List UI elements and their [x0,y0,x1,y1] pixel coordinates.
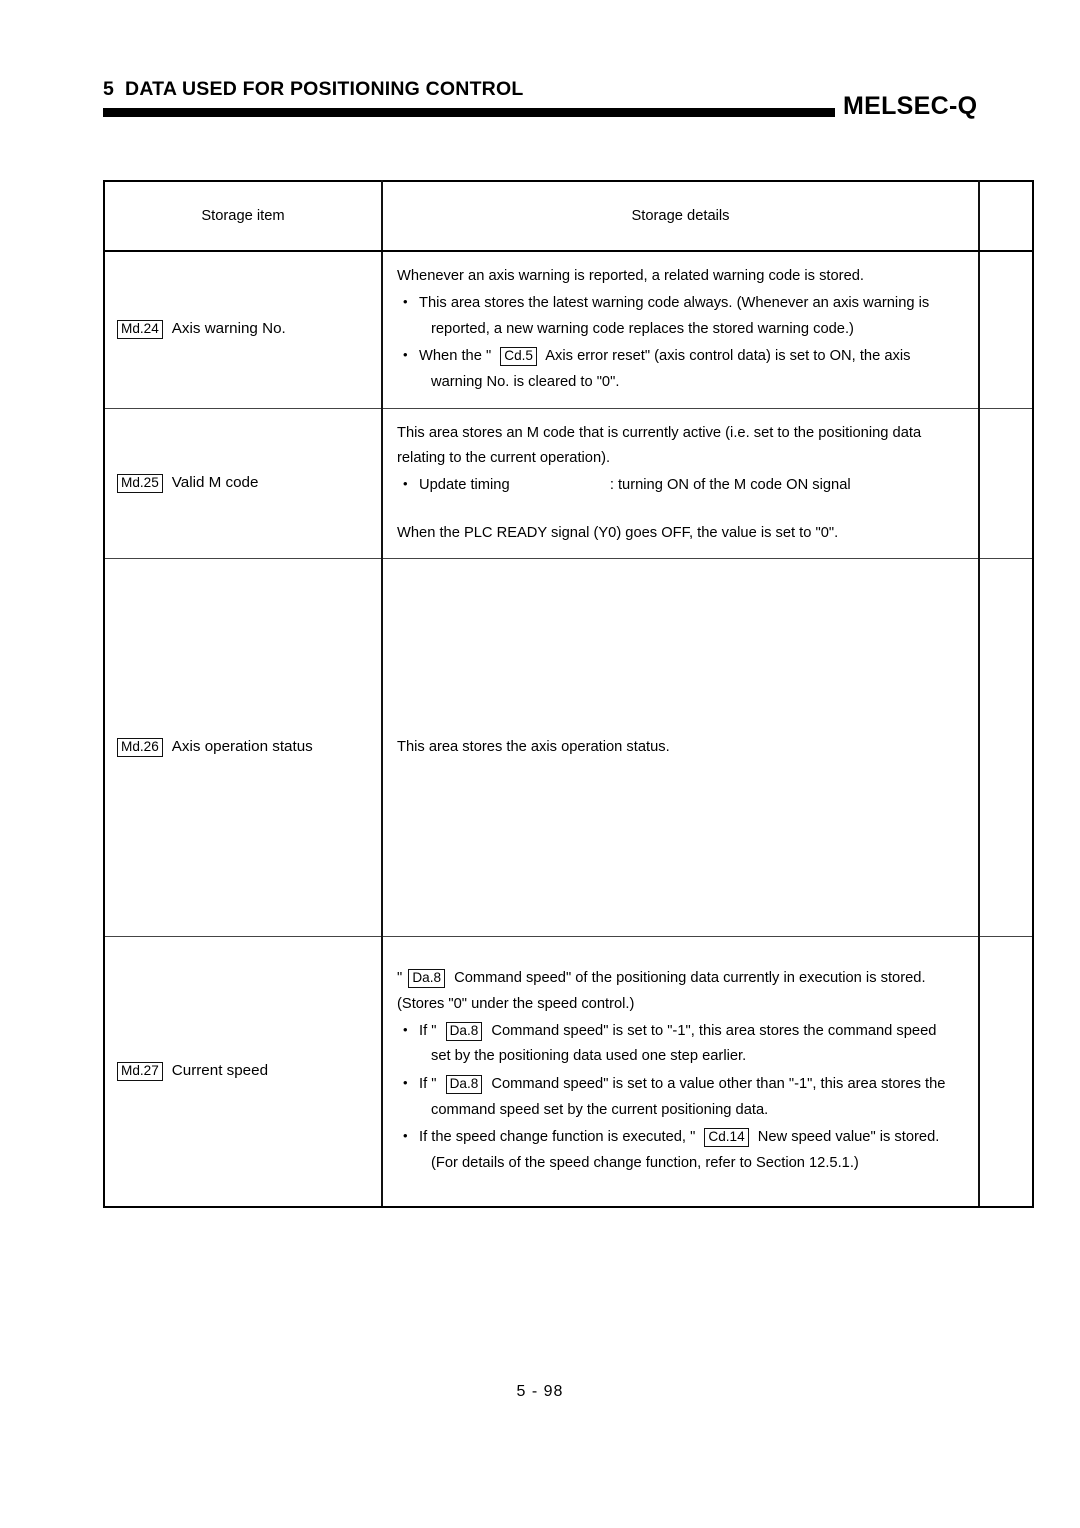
table-header-row: Storage item Storage details [103,180,1034,252]
bullet-text-post: Axis error reset" (axis control data) is… [545,348,911,365]
inline-code-badge: Da.8 [445,1074,483,1094]
detail-intro-line-2: (Stores "0" under the speed control.) [397,995,635,1012]
bullet-dot-icon: • [403,1021,408,1037]
cell-extra [978,558,1034,938]
cell-extra [978,936,1034,1208]
cell-extra [978,250,1034,409]
table-row: Md.25 Valid M code This area stores an M … [103,407,1034,560]
storage-item-label: Current speed [171,1061,269,1079]
cell-storage-item: Md.26 Axis operation status [103,558,383,938]
bullet-text-line2: warning No. is cleared to "0". [431,374,620,391]
storage-item-content: Md.26 Axis operation status [105,738,381,758]
detail-bullet-list: • This area stores the latest warning co… [397,291,964,395]
detail-bullet-item: • This area stores the latest warning co… [397,291,964,342]
page-footer: 5 - 98 [0,1383,1080,1401]
storage-details-content: Whenever an axis warning is reported, a … [383,252,978,408]
bullet-label-update-timing: Update timing [419,477,510,494]
page-header: 5 DATA USED FOR POSITIONING CONTROL MELSE… [0,78,1080,138]
table-header: Storage item Storage details [103,180,1034,252]
bullet-text-pre: If " [419,1022,437,1039]
detail-bullet-item: • When the " Cd.5 Axis error reset" (axi… [397,344,964,395]
bullet-text-line2: (For details of the speed change functio… [431,1154,859,1171]
column-header-storage-item: Storage item [103,180,383,252]
table-body: Md.24 Axis warning No. Whenever an axis w… [103,250,1034,1208]
storage-details-content: This area stores an M code that is curre… [383,409,978,558]
detail-intro-line: Whenever an axis warning is reported, a … [397,268,864,284]
inline-code-badge: Cd.5 [500,347,537,367]
bullet-dot-icon: • [403,1074,408,1090]
inline-code-badge: Da.8 [445,1021,483,1041]
bullet-dot-icon: • [403,1128,408,1144]
cell-storage-details: This area stores an M code that is curre… [381,407,980,560]
storage-details-content: This area stores the axis operation stat… [383,723,978,772]
detail-text: This area stores the axis operation stat… [397,738,670,755]
parameter-code-badge: Md.26 [117,738,163,758]
storage-item-label: Valid M code [171,473,259,491]
detail-intro-line: " Da.8 Command speed" of the positioning… [397,966,964,991]
header-chapter-text: DATA USED FOR POSITIONING CONTROL [125,78,524,100]
cell-extra [978,407,1034,560]
bullet-text-post: New speed value" is stored. [757,1129,940,1146]
cell-storage-item: Md.25 Valid M code [103,407,383,560]
header-chapter-number: 5 [103,78,115,100]
header-rule-bar [103,108,835,117]
storage-item-label: Axis operation status [171,738,313,755]
bullet-text-line1: This area stores the latest warning code… [419,295,930,312]
cell-storage-item: Md.24 Axis warning No. [103,250,383,409]
detail-intro-line-2: relating to the current operation). [397,449,611,466]
detail-bullet-list: • Update timing : turning ON of the M co… [397,473,964,499]
detail-bullet-item: • If " Da.8 Command speed" is set to a v… [397,1072,964,1123]
storage-item-content: Md.24 Axis warning No. [105,320,381,340]
bullet-text-post: Command speed" is set to a value other t… [491,1075,946,1092]
table-row: Md.27 Current speed " Da.8 Command speed"… [103,936,1034,1208]
detail-bullet-item: • Update timing : turning ON of the M co… [397,473,964,499]
bullet-text-post: Command speed" is set to "-1", this area… [491,1022,937,1039]
cell-storage-details: This area stores the axis operation stat… [381,558,980,938]
header-brand-label: MELSEC-Q [843,92,978,120]
bullet-text-pre: When the " [419,348,492,365]
bullet-text-pre: If " [419,1075,437,1092]
parameter-code-badge: Md.25 [117,473,163,493]
detail-outro-line: When the PLC READY signal (Y0) goes OFF,… [397,524,839,541]
detail-bullet-item: • If the speed change function is execut… [397,1125,964,1176]
page-number-label: 5 - 98 [516,1383,564,1400]
detail-spacer [397,499,964,521]
header-chapter-title: 5 DATA USED FOR POSITIONING CONTROL [103,78,523,101]
table-row: Md.26 Axis operation status This area sto… [103,558,1034,938]
bullet-value-update-timing: : turning ON of the M code ON signal [609,477,851,494]
bullet-text-pre: If the speed change function is executed… [419,1129,696,1146]
detail-bullet-item: • If " Da.8 Command speed" is set to "-1… [397,1019,964,1070]
inline-code-badge: Da.8 [408,969,446,989]
bullet-text-line2: set by the positioning data used one ste… [431,1048,747,1065]
cell-storage-details: Whenever an axis warning is reported, a … [381,250,980,409]
detail-intro-post: Command speed" of the positioning data c… [454,970,926,987]
bullet-dot-icon: • [403,347,408,363]
column-header-extra [978,180,1034,252]
storage-item-content: Md.27 Current speed [105,1061,381,1081]
storage-specification-table: Storage item Storage details Md.24 Axis w… [103,180,1034,1208]
table-row: Md.24 Axis warning No. Whenever an axis w… [103,250,1034,409]
column-header-storage-details: Storage details [381,180,980,252]
storage-item-label: Axis warning No. [171,320,286,338]
bullet-dot-icon: • [403,476,408,492]
cell-storage-details: " Da.8 Command speed" of the positioning… [381,936,980,1208]
detail-intro-pre: " [397,970,403,987]
bullet-text-line2: command speed set by the current positio… [431,1101,769,1118]
storage-details-content: " Da.8 Command speed" of the positioning… [383,954,978,1188]
parameter-code-badge: Md.24 [117,320,163,340]
detail-intro-line: This area stores an M code that is curre… [397,424,922,441]
inline-code-badge: Cd.14 [704,1128,749,1148]
storage-item-content: Md.25 Valid M code [105,473,381,493]
parameter-code-badge: Md.27 [117,1061,163,1081]
bullet-dot-icon: • [403,294,408,310]
detail-bullet-list: • If " Da.8 Command speed" is set to "-1… [397,1019,964,1176]
cell-storage-item: Md.27 Current speed [103,936,383,1208]
bullet-text-line2: reported, a new warning code replaces th… [431,320,854,337]
